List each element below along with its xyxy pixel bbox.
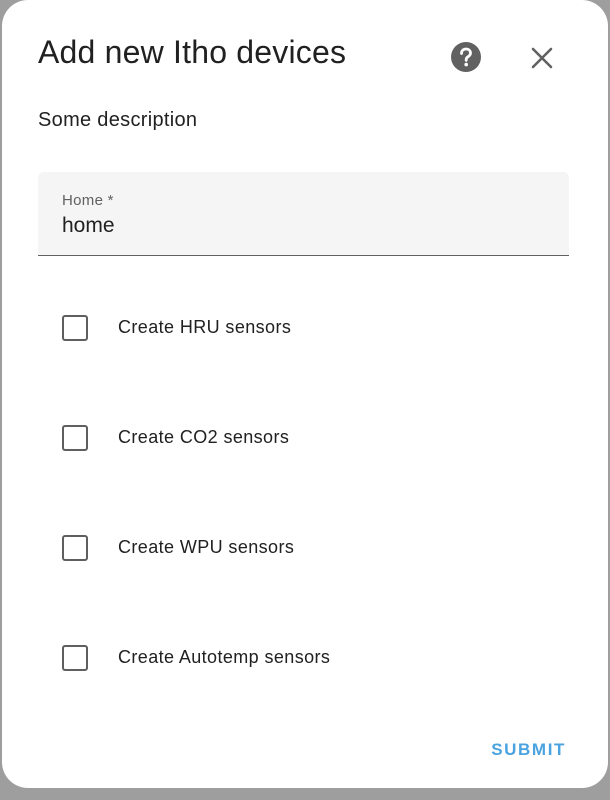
dialog-title: Add new Itho devices xyxy=(38,34,347,70)
home-field-label: Home * xyxy=(62,192,114,209)
add-devices-dialog: Add new Itho devices Some description Ho… xyxy=(2,0,608,788)
close-icon[interactable] xyxy=(528,44,556,72)
checkbox-row-wpu[interactable]: Create WPU sensors xyxy=(38,518,569,578)
checkbox-hru[interactable] xyxy=(62,315,88,341)
checkbox-co2[interactable] xyxy=(62,425,88,451)
checkbox-row-autotemp[interactable]: Create Autotemp sensors xyxy=(38,628,569,688)
home-input[interactable] xyxy=(62,212,542,240)
checkbox-label-hru: Create HRU sensors xyxy=(118,317,292,337)
dialog-description: Some description xyxy=(38,109,198,131)
help-icon[interactable] xyxy=(450,41,482,73)
checkbox-row-co2[interactable]: Create CO2 sensors xyxy=(38,408,569,468)
checkbox-wpu[interactable] xyxy=(62,535,88,561)
checkbox-label-co2: Create CO2 sensors xyxy=(118,427,290,447)
checkbox-label-autotemp: Create Autotemp sensors xyxy=(118,647,331,667)
checkbox-label-wpu: Create WPU sensors xyxy=(118,537,295,557)
checkbox-row-hru[interactable]: Create HRU sensors xyxy=(38,298,569,358)
submit-button[interactable]: SUBMIT xyxy=(489,736,568,764)
home-field[interactable]: Home * xyxy=(38,172,569,256)
checkbox-autotemp[interactable] xyxy=(62,645,88,671)
